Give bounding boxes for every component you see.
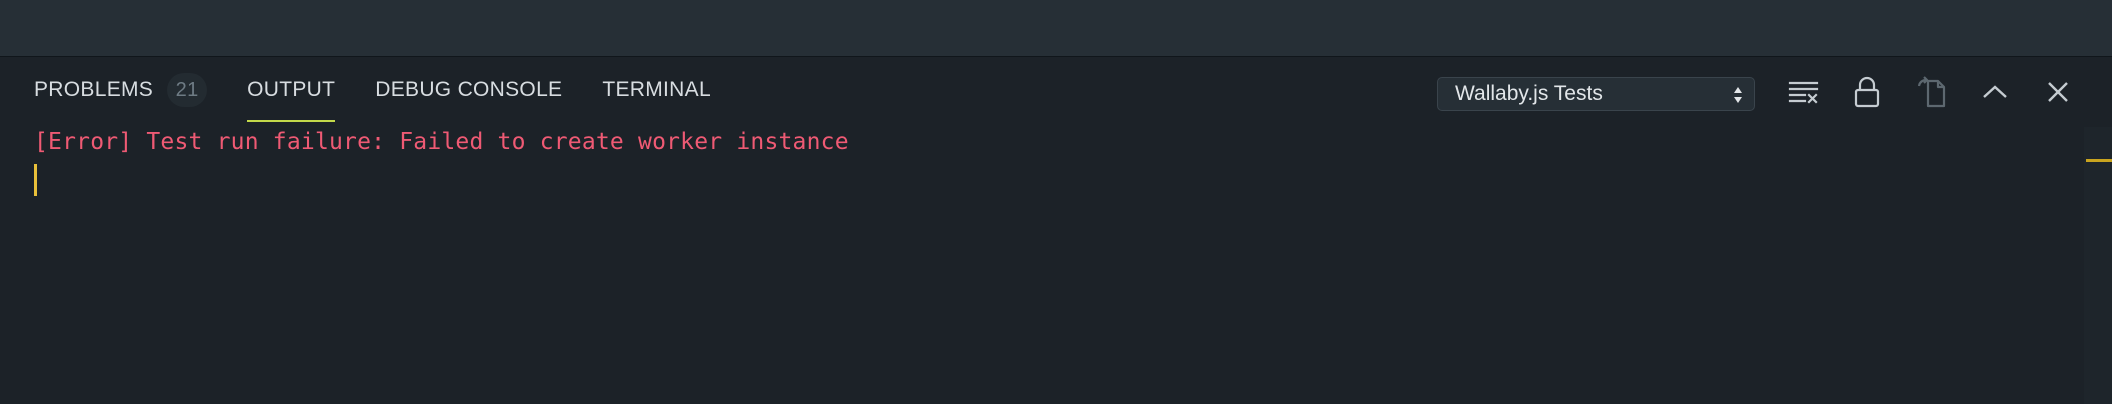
select-arrows-icon	[1734, 87, 1742, 103]
bottom-panel: PROBLEMS 21 OUTPUT DEBUG CONSOLE TERMINA…	[0, 57, 2112, 404]
maximize-panel-button[interactable]	[1975, 72, 2015, 112]
editor-top-area	[0, 0, 2112, 57]
scrollbar-cursor-marker	[2086, 159, 2112, 162]
problems-count-badge: 21	[167, 73, 208, 107]
output-channel-select[interactable]: Wallaby.js Tests	[1437, 77, 1755, 111]
tab-problems[interactable]: PROBLEMS 21	[34, 57, 208, 123]
close-panel-button[interactable]	[2038, 72, 2078, 112]
clear-output-icon	[1788, 81, 1819, 104]
tab-output-label: OUTPUT	[247, 78, 336, 101]
output-scrollbar[interactable]	[2084, 127, 2112, 404]
output-error-line: [Error] Test run failure: Failed to crea…	[34, 129, 849, 155]
tab-debug-console[interactable]: DEBUG CONSOLE	[375, 57, 562, 123]
lock-icon	[1854, 76, 1880, 108]
lock-scroll-button[interactable]	[1847, 72, 1887, 112]
tab-output[interactable]: OUTPUT	[247, 57, 336, 123]
chevron-up-icon	[1983, 85, 2007, 98]
clear-output-button[interactable]	[1784, 72, 1824, 112]
open-log-in-editor-button[interactable]	[1912, 72, 1952, 112]
open-in-editor-icon	[1917, 76, 1946, 108]
tab-problems-label: PROBLEMS	[34, 78, 154, 101]
text-cursor	[34, 164, 37, 196]
close-icon	[2048, 82, 2068, 102]
tab-terminal[interactable]: TERMINAL	[602, 57, 711, 123]
tab-terminal-label: TERMINAL	[602, 78, 711, 101]
tab-debug-console-label: DEBUG CONSOLE	[375, 78, 563, 101]
panel-tabs: PROBLEMS 21 OUTPUT DEBUG CONSOLE TERMINA…	[34, 57, 751, 123]
output-channel-selected-value: Wallaby.js Tests	[1455, 82, 1603, 105]
